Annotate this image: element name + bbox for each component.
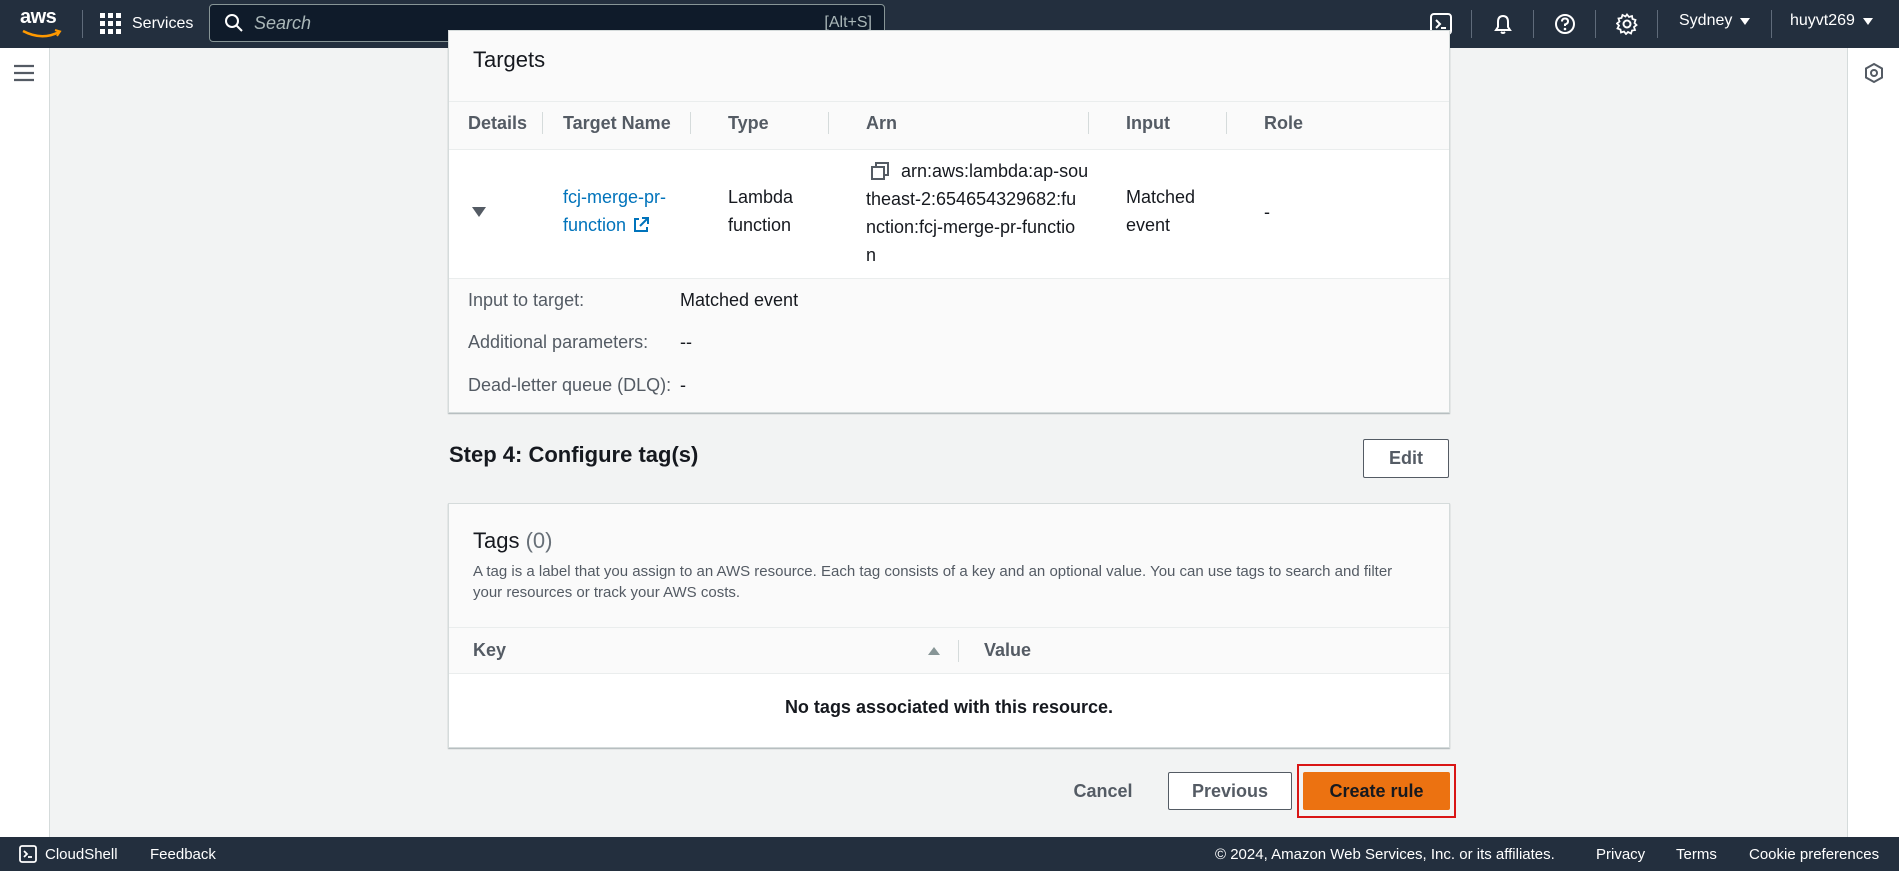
target-type-line2: function	[728, 215, 792, 235]
tags-description-line2: your resources or track your AWS costs.	[473, 584, 741, 601]
target-name-line2: function	[563, 215, 627, 235]
hamburger-menu-icon[interactable]	[14, 64, 34, 82]
nav-divider	[1533, 10, 1534, 38]
column-header-key[interactable]: Key	[473, 640, 506, 661]
nav-divider	[82, 10, 83, 38]
tags-count: (0)	[525, 528, 553, 553]
sort-ascending-icon[interactable]	[927, 646, 941, 656]
feedback-link[interactable]: Feedback	[150, 846, 216, 863]
dlq-value: -	[680, 375, 686, 395]
column-separator	[690, 112, 691, 134]
tools-panel-icon[interactable]	[1863, 62, 1885, 84]
arn-line2: theast-2:654654329682:fu	[866, 189, 1077, 209]
column-header-target-name: Target Name	[563, 113, 671, 133]
privacy-link[interactable]: Privacy	[1596, 846, 1645, 863]
region-label: Sydney	[1679, 12, 1733, 29]
nav-divider	[1471, 10, 1472, 38]
account-menu[interactable]: huyvt269	[1790, 12, 1873, 30]
column-header-details: Details	[468, 113, 528, 133]
external-link-icon	[634, 217, 650, 232]
tags-panel: Tags (0) A tag is a label that you assig…	[448, 503, 1450, 748]
services-menu-button[interactable]: Services	[100, 10, 193, 38]
aws-logo-text: aws	[20, 6, 57, 28]
services-label: Services	[132, 15, 194, 32]
caret-down-icon	[1740, 17, 1751, 25]
previous-button[interactable]: Previous	[1168, 772, 1292, 810]
copyright-text: © 2024, Amazon Web Services, Inc. or its…	[1215, 846, 1555, 863]
divider	[449, 101, 1449, 102]
help-icon[interactable]	[1552, 11, 1578, 37]
aws-logo[interactable]: aws	[20, 6, 62, 40]
arn-line4: n	[866, 245, 877, 265]
step4-title: Step 4: Configure tag(s)	[449, 442, 699, 467]
expand-caret-icon[interactable]	[471, 206, 487, 218]
dlq-label: Dead-letter queue (DLQ):	[468, 375, 672, 395]
target-type: Lambda function	[728, 183, 793, 239]
column-header-value: Value	[984, 640, 1032, 660]
column-header-role: Role	[1264, 113, 1304, 133]
target-role: -	[1264, 202, 1270, 222]
column-separator	[958, 640, 959, 662]
empty-state-text: No tags associated with this resource.	[784, 697, 1114, 717]
cloudshell-label: CloudShell	[45, 845, 118, 863]
column-header-type: Type	[728, 113, 769, 133]
column-header-input: Input	[1126, 113, 1170, 133]
footer: CloudShell Feedback © 2024, Amazon Web S…	[0, 837, 1899, 871]
additional-parameters-value: --	[680, 332, 692, 352]
cloudshell-icon	[19, 845, 37, 863]
create-rule-button[interactable]: Create rule	[1303, 772, 1450, 810]
cookie-preferences-link[interactable]: Cookie preferences	[1749, 846, 1879, 863]
terms-link[interactable]: Terms	[1676, 846, 1717, 863]
search-icon	[225, 14, 243, 32]
cancel-button[interactable]: Cancel	[1064, 772, 1142, 810]
right-tools-rail	[1847, 48, 1899, 837]
column-separator	[1088, 112, 1089, 134]
tags-description-line1: A tag is a label that you assign to an A…	[473, 563, 1393, 580]
target-type-line1: Lambda	[728, 187, 794, 207]
grid-icon	[100, 13, 121, 34]
left-navigation-rail	[0, 48, 50, 837]
nav-divider	[1657, 10, 1658, 38]
edit-button[interactable]: Edit	[1363, 439, 1449, 478]
nav-divider	[1771, 10, 1772, 38]
settings-gear-icon[interactable]	[1614, 11, 1640, 37]
column-header-arn: Arn	[866, 113, 897, 133]
column-separator	[828, 112, 829, 134]
aws-smile-icon	[22, 29, 62, 38]
target-input-line1: Matched	[1126, 187, 1196, 207]
tags-empty-state: No tags associated with this resource.	[449, 674, 1449, 747]
copy-icon[interactable]	[871, 162, 889, 180]
column-separator	[542, 112, 543, 134]
region-selector[interactable]: Sydney	[1679, 12, 1751, 30]
notifications-bell-icon[interactable]	[1490, 11, 1516, 37]
caret-down-icon	[1862, 17, 1873, 25]
arn-line3: nction:fcj-merge-pr-functio	[866, 217, 1076, 237]
target-name-line1: fcj-merge-pr-	[563, 187, 667, 207]
arn-line1: arn:aws:lambda:ap-sou	[901, 161, 1089, 181]
account-username: huyvt269	[1790, 12, 1855, 29]
target-input: Matched event	[1126, 183, 1195, 239]
tags-title: Tags	[473, 528, 520, 553]
tags-heading: Tags (0)	[473, 528, 553, 554]
tags-description: A tag is a label that you assign to an A…	[473, 561, 1392, 603]
cloudshell-footer-button[interactable]: CloudShell	[19, 845, 118, 863]
tags-table-header: Key Value	[449, 627, 1449, 674]
input-to-target-value: Matched event	[680, 290, 799, 310]
targets-title: Targets	[473, 47, 546, 72]
input-to-target-label: Input to target:	[468, 290, 585, 310]
nav-divider	[1595, 10, 1596, 38]
target-name-link[interactable]: fcj-merge-pr- function	[563, 183, 666, 239]
column-separator	[1226, 112, 1227, 134]
additional-parameters-label: Additional parameters:	[468, 332, 649, 352]
target-input-line2: event	[1126, 215, 1171, 235]
